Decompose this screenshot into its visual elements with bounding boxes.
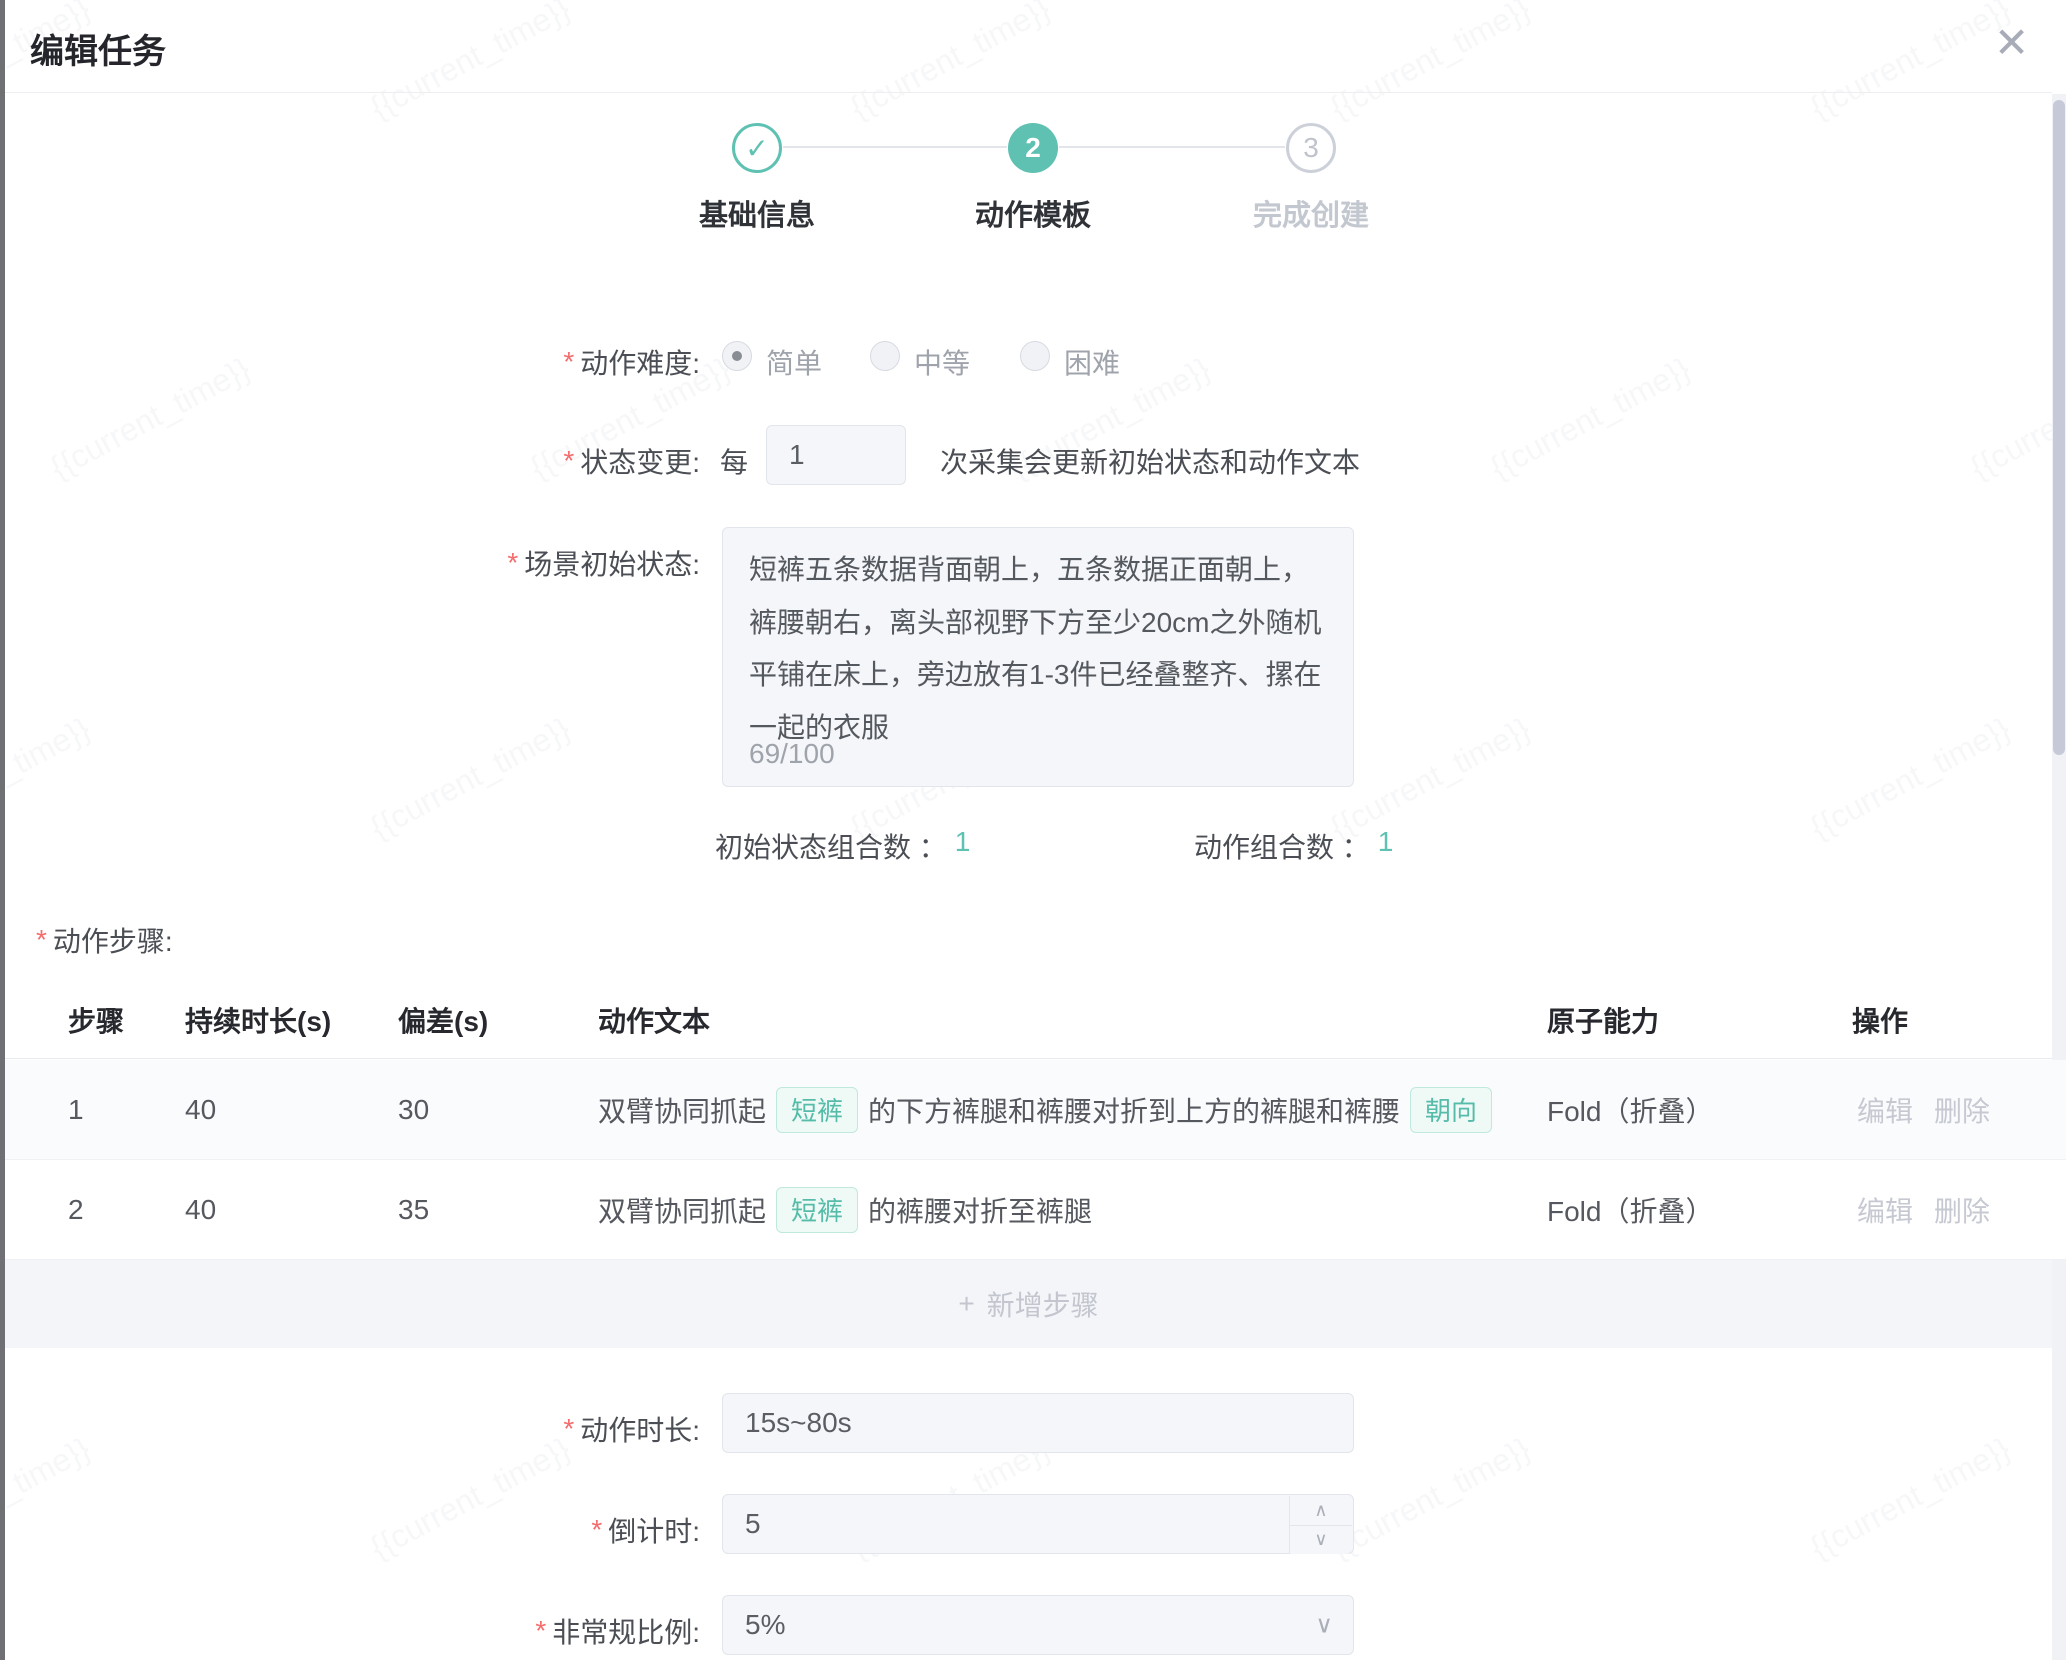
required-mark: * bbox=[507, 547, 518, 579]
state-change-label: * 状态变更: bbox=[563, 441, 700, 481]
add-step-label: 新增步骤 bbox=[987, 1284, 1099, 1324]
stepper-label-1: 基础信息 bbox=[637, 192, 877, 234]
stepper-step-1-check-icon: ✓ bbox=[732, 123, 782, 173]
state-change-input[interactable]: 1 bbox=[766, 425, 906, 485]
radio-unselected[interactable] bbox=[870, 341, 900, 371]
action-steps-label: * 动作步骤: bbox=[36, 920, 173, 960]
header-divider bbox=[5, 92, 2052, 93]
chevron-down-icon: ∨ bbox=[1315, 1611, 1333, 1640]
unusual-ratio-select[interactable]: 5% ∨ bbox=[722, 1595, 1354, 1655]
initial-state-label: * 场景初始状态: bbox=[507, 543, 700, 583]
char-counter: 69/100 bbox=[749, 738, 835, 770]
scrollbar-thumb[interactable] bbox=[2053, 100, 2065, 755]
stepper-label-3: 完成创建 bbox=[1191, 192, 1431, 234]
spinner-up-icon[interactable]: ∧ bbox=[1290, 1496, 1352, 1525]
action-text-fragment: 双臂协同抓起 bbox=[598, 1190, 766, 1230]
radio-unselected[interactable] bbox=[1020, 341, 1050, 371]
radio-dot bbox=[732, 351, 742, 361]
radio-option-label[interactable]: 简单 bbox=[766, 342, 822, 382]
col-header-ability: 原子能力 bbox=[1547, 1000, 1659, 1040]
action-text-fragment: 的裤腰对折至裤腿 bbox=[868, 1190, 1092, 1230]
action-text-fragment: 的下方裤腿和裤腰对折到上方的裤腿和裤腰 bbox=[868, 1090, 1400, 1130]
edit-link[interactable]: 编辑 bbox=[1857, 1090, 1913, 1130]
radio-option-label[interactable]: 困难 bbox=[1064, 342, 1120, 382]
stepper-connector bbox=[1059, 146, 1285, 148]
cell-duration: 40 bbox=[185, 1194, 216, 1226]
countdown-value: 5 bbox=[745, 1508, 761, 1540]
required-mark: * bbox=[535, 1615, 546, 1647]
initial-state-textarea[interactable]: 短裤五条数据背面朝上，五条数据正面朝上，裤腰朝右，离头部视野下方至少20cm之外… bbox=[722, 527, 1354, 787]
required-mark: * bbox=[563, 445, 574, 477]
countdown-label: * 倒计时: bbox=[591, 1510, 700, 1550]
table-row: 2 40 35 双臂协同抓起短裤的裤腰对折至裤腿 Fold（折叠） 编辑删除 bbox=[0, 1160, 2066, 1260]
stepper-step-2-number: 2 bbox=[1008, 123, 1058, 173]
col-header-duration: 持续时长(s) bbox=[185, 1000, 331, 1040]
table-row: 1 40 30 双臂协同抓起短裤的下方裤腿和裤腰对折到上方的裤腿和裤腰朝向 Fold（折… bbox=[0, 1060, 2066, 1160]
duration-label: * 动作时长: bbox=[563, 1409, 700, 1449]
modal-backdrop-edge bbox=[0, 0, 5, 1660]
action-tag: 短裤 bbox=[776, 1187, 858, 1233]
delete-link[interactable]: 删除 bbox=[1934, 1090, 1990, 1130]
number-spinner: ∧ ∨ bbox=[1289, 1496, 1352, 1554]
initial-combo-count: 初始状态组合数 ： 1 bbox=[715, 826, 970, 866]
duration-input[interactable]: 15s~80s bbox=[722, 1393, 1354, 1453]
stepper-connector bbox=[783, 146, 1007, 148]
spinner-down-icon[interactable]: ∨ bbox=[1290, 1525, 1352, 1555]
plus-icon: + bbox=[958, 1288, 974, 1320]
col-header-deviation: 偏差(s) bbox=[398, 1000, 488, 1040]
cell-action-text: 双臂协同抓起短裤的下方裤腿和裤腰对折到上方的裤腿和裤腰朝向 bbox=[598, 1087, 1502, 1133]
col-header-step: 步骤 bbox=[68, 1000, 124, 1040]
cell-ability: Fold（折叠） bbox=[1547, 1190, 1713, 1230]
col-header-actions: 操作 bbox=[1852, 1000, 1908, 1040]
initial-state-value: 短裤五条数据背面朝上，五条数据正面朝上，裤腰朝右，离头部视野下方至少20cm之外… bbox=[749, 544, 1324, 755]
action-text-fragment: 双臂协同抓起 bbox=[598, 1090, 766, 1130]
required-mark: * bbox=[36, 924, 47, 956]
action-combo-count: 动作组合数 ： 1 bbox=[1194, 826, 1393, 866]
cell-action-text: 双臂协同抓起短裤的裤腰对折至裤腿 bbox=[598, 1187, 1092, 1233]
required-mark: * bbox=[563, 1413, 574, 1445]
countdown-input[interactable]: 5 ∧ ∨ bbox=[722, 1494, 1354, 1554]
cell-deviation: 30 bbox=[398, 1094, 429, 1126]
table-header-divider bbox=[5, 1058, 2052, 1059]
dialog-title: 编辑任务 bbox=[30, 24, 166, 73]
state-change-prefix: 每 bbox=[720, 441, 748, 481]
cell-ability: Fold（折叠） bbox=[1547, 1090, 1713, 1130]
unusual-ratio-value: 5% bbox=[745, 1609, 785, 1641]
stepper-label-2: 动作模板 bbox=[913, 192, 1153, 234]
cell-step: 2 bbox=[68, 1194, 84, 1226]
add-step-button[interactable]: + 新增步骤 bbox=[5, 1260, 2052, 1348]
close-icon[interactable]: ✕ bbox=[1994, 22, 2029, 64]
cell-duration: 40 bbox=[185, 1094, 216, 1126]
action-tag: 短裤 bbox=[776, 1087, 858, 1133]
required-mark: * bbox=[563, 346, 574, 378]
action-tag: 朝向 bbox=[1410, 1087, 1492, 1133]
required-mark: * bbox=[591, 1514, 602, 1546]
edit-link[interactable]: 编辑 bbox=[1857, 1190, 1913, 1230]
state-change-suffix: 次采集会更新初始状态和动作文本 bbox=[940, 441, 1360, 481]
unusual-ratio-label: * 非常规比例: bbox=[535, 1611, 700, 1651]
col-header-text: 动作文本 bbox=[598, 1000, 710, 1040]
radio-selected[interactable] bbox=[722, 341, 752, 371]
radio-option-label[interactable]: 中等 bbox=[914, 342, 970, 382]
stepper-step-3-number: 3 bbox=[1286, 123, 1336, 173]
difficulty-label: * 动作难度: bbox=[563, 342, 700, 382]
cell-deviation: 35 bbox=[398, 1194, 429, 1226]
delete-link[interactable]: 删除 bbox=[1934, 1190, 1990, 1230]
cell-step: 1 bbox=[68, 1094, 84, 1126]
